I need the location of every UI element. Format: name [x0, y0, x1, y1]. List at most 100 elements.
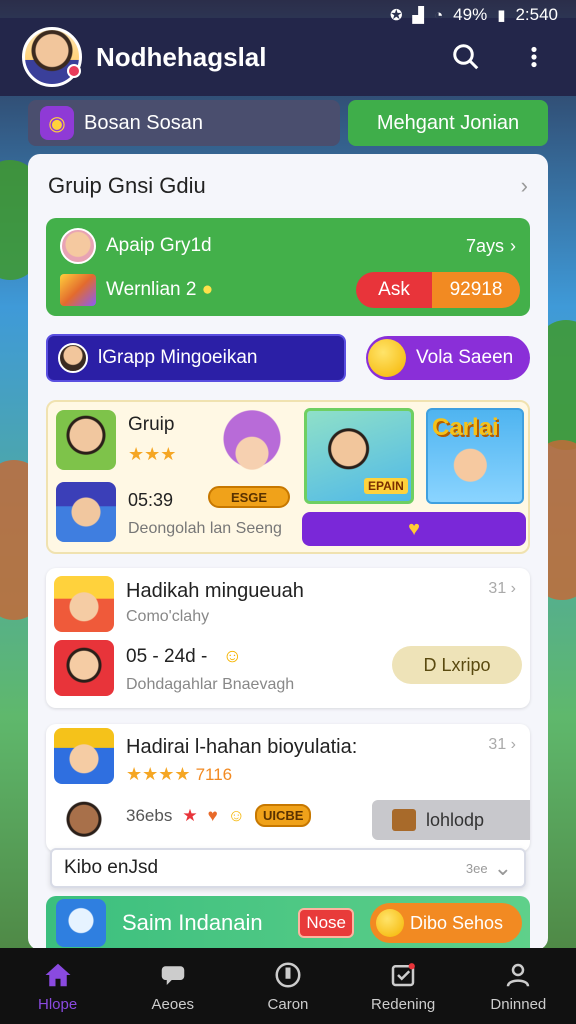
item-count-value: 31	[488, 736, 507, 753]
nav-inbox[interactable]: Redening	[353, 960, 453, 1013]
search-input[interactable]	[64, 857, 466, 879]
item-stat: 36ebs	[126, 805, 173, 825]
group-summary-card[interactable]: Apaip Gry1d 7ays › Wernlian 2 ● Ask 9291…	[46, 218, 530, 316]
mini-avatar	[58, 343, 88, 373]
coin-icon	[376, 909, 404, 937]
rating-stars: ★★★	[128, 444, 177, 464]
main-panel: Gruip Gnsi Gdiu › Apaip Gry1d 7ays › Wer…	[28, 154, 548, 950]
rating-stars: ★★★★ 7116	[126, 764, 232, 785]
chevron-right-icon: ›	[520, 173, 528, 198]
heart-icon: ♥	[408, 517, 420, 540]
reward-label: Wernlian 2 ●	[106, 279, 356, 301]
item-load-label: lohlodp	[426, 809, 485, 830]
promo-action-label: Dibo Sehos	[410, 912, 504, 933]
pill-row: lGrapp Mingoeikan Vola Saeen	[46, 334, 530, 382]
badge-icon	[275, 962, 301, 987]
group-invite-label: lGrapp Mingoeikan	[98, 347, 258, 368]
score-value: 92918	[432, 272, 520, 308]
ask-button[interactable]: Ask	[356, 272, 432, 308]
wifi-icon: ◔	[434, 6, 444, 24]
promo-image-label: EPAIN	[364, 478, 408, 494]
quick-action-left-label: Bosan Sosan	[84, 111, 203, 134]
search-icon	[453, 44, 479, 70]
dropdown-selected-value: 3ee	[465, 860, 488, 876]
nav-label: Caron	[267, 995, 309, 1013]
item-subtitle: Como'clahy	[126, 608, 210, 625]
search-dropdown-field[interactable]: 3ee ⌄	[50, 848, 526, 888]
battery-icon: ▮	[497, 7, 506, 24]
star-icon: ★	[182, 805, 198, 825]
promo-action-button[interactable]: Dibo Sehos	[370, 903, 522, 943]
nav-chat[interactable]: Aeoes	[123, 960, 223, 1013]
nav-label: Aeoes	[151, 995, 195, 1013]
featured-group-card[interactable]: Gruip ★★★ 05:39 Deongolah lan Seeng ESGE…	[46, 400, 530, 554]
profile-avatar[interactable]	[22, 27, 82, 87]
member-thumbnail	[56, 410, 116, 470]
item-action-button[interactable]: D Lxripo	[392, 646, 522, 684]
panel-title: Gruip Gnsi Gdiu	[48, 173, 206, 198]
chevron-right-icon: ›	[510, 235, 516, 256]
nav-label: Redening	[371, 995, 436, 1013]
nav-home[interactable]: Hlope	[8, 960, 108, 1013]
quick-action-left-button[interactable]: ◉ Bosan Sosan	[28, 100, 340, 146]
nav-label: Hlope	[37, 995, 78, 1013]
item-detail-row: 36ebs ★ ♥ ☺ UICBE	[126, 804, 312, 827]
coin-stack-icon: ◉	[40, 106, 74, 140]
nav-label: Dninned	[490, 995, 547, 1013]
item-thumbnail	[54, 728, 114, 784]
chevron-down-icon[interactable]: ⌄	[494, 855, 512, 881]
group-invite-button[interactable]: lGrapp Mingoeikan	[46, 334, 346, 382]
game-logo-text: Carlai	[432, 414, 499, 441]
ask-score-pill[interactable]: Ask 92918	[356, 272, 520, 308]
bottom-navigation: Hlope Aeoes Caron Redening Dninned	[0, 948, 576, 1024]
promo-icon	[56, 899, 106, 947]
status-bar: ✪ ▟ ◔ 49% ▮ 2:540	[0, 0, 576, 30]
item-count: 31 ›	[488, 580, 516, 597]
heart-icon: ♥	[207, 805, 218, 825]
group-days: 7ays	[465, 235, 504, 256]
item-load-button[interactable]: lohlodp	[372, 800, 530, 840]
signal-icon: ▟	[412, 7, 425, 24]
quick-actions: ◉ Bosan Sosan Mehgant Jonian	[28, 100, 548, 146]
group-avatar	[60, 228, 96, 264]
item-count: 31 ›	[488, 736, 516, 753]
nav-profile[interactable]: Dninned	[468, 960, 568, 1013]
quick-action-right-button[interactable]: Mehgant Jonian	[348, 100, 548, 146]
featured-title: Gruip	[128, 414, 175, 435]
more-options-button[interactable]	[514, 37, 554, 77]
promo-tag: Nose	[298, 908, 354, 938]
more-vertical-icon	[531, 46, 537, 68]
item-count-value: 31	[488, 580, 507, 597]
panel-header[interactable]: Gruip Gnsi Gdiu ›	[28, 154, 548, 218]
item-description: Dohdagahlar Bnaevagh	[126, 676, 295, 693]
notification-badge	[67, 64, 81, 78]
nav-badge[interactable]: Caron	[238, 960, 338, 1013]
search-button[interactable]	[446, 37, 486, 77]
reward-label-text: Wernlian 2	[106, 279, 197, 300]
featured-subtitle: Deongolah lan Seeng	[128, 520, 282, 537]
like-bar-button[interactable]: ♥	[302, 512, 526, 546]
home-icon	[45, 963, 71, 986]
inbox-icon	[391, 962, 416, 986]
item-detail-row: 05 - 24d - ☺	[126, 646, 242, 668]
item-title: Hadikah mingueuah	[126, 580, 304, 602]
app-title: Nodhehagslal	[96, 41, 267, 72]
vote-season-button[interactable]: Vola Saeen	[366, 336, 530, 380]
user-icon	[507, 963, 530, 987]
stars-glyphs: ★★★★	[126, 764, 191, 784]
coin-icon	[368, 339, 406, 377]
status-time: 2:540	[515, 5, 558, 24]
item-date: 05 - 24d -	[126, 646, 208, 667]
promo-banner[interactable]: Saim Indanain Nose Dibo Sehos	[46, 896, 530, 950]
list-item[interactable]: Hadirai l-hahan bioyulatia: 31 › ★★★★ 71…	[46, 724, 530, 852]
rating-count: 7116	[195, 765, 233, 784]
item-thumbnail	[54, 794, 114, 850]
coin-icon: ●	[201, 279, 214, 300]
gift-box-icon	[60, 274, 96, 306]
vote-season-label: Vola Saeen	[416, 347, 514, 368]
list-item[interactable]: Hadikah mingueuah 31 › Como'clahy 05 - 2…	[46, 568, 530, 708]
promo-text: Saim Indanain	[122, 910, 263, 935]
smile-icon: ☺	[222, 646, 243, 667]
member-thumbnail	[56, 482, 116, 542]
featured-time: 05:39	[128, 490, 174, 510]
